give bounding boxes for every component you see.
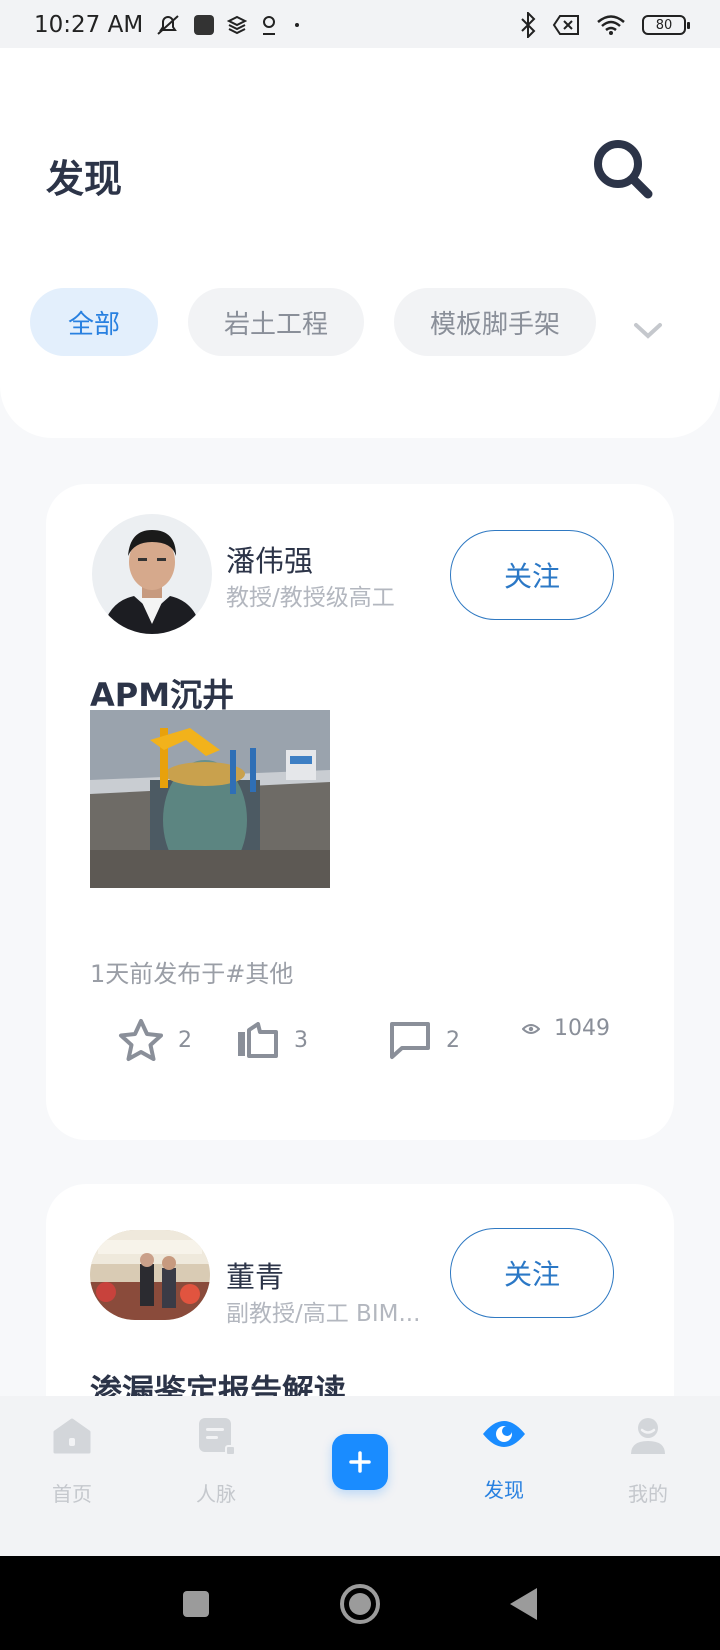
author-title: 副教授/高工 BIM... — [226, 1301, 421, 1327]
status-bar: 10:27 AM 80 — [0, 0, 720, 50]
avatar[interactable] — [90, 1230, 210, 1320]
bluetooth-icon — [520, 12, 536, 38]
circle-icon — [340, 1584, 380, 1624]
recents-button[interactable] — [168, 1576, 224, 1632]
nav-label: 人脉 — [196, 1482, 236, 1506]
category-tabs: 全部 岩土工程 模板脚手架 — [30, 288, 597, 356]
nav-label: 发现 — [484, 1478, 524, 1502]
triangle-back-icon — [510, 1588, 537, 1620]
battery-icon: 80 — [642, 15, 690, 35]
eye-icon — [522, 1023, 540, 1034]
post-image[interactable] — [90, 710, 330, 888]
like-count: 3 — [294, 1027, 308, 1053]
profile-icon — [631, 1418, 665, 1454]
mute-icon — [155, 13, 181, 37]
chevron-down-icon — [634, 323, 662, 339]
nav-label: 我的 — [628, 1482, 668, 1506]
tab-all[interactable]: 全部 — [30, 288, 158, 356]
favorite-stat[interactable]: 2 — [118, 1018, 192, 1062]
battery-level: 80 — [655, 17, 673, 33]
back-button[interactable] — [496, 1576, 552, 1632]
dot-icon — [291, 19, 303, 31]
nav-profile[interactable]: 我的 — [598, 1416, 698, 1507]
wifi-icon — [596, 14, 626, 36]
comment-stat[interactable]: 2 — [388, 1020, 460, 1060]
nav-contacts[interactable]: 人脉 — [166, 1416, 266, 1507]
comment-icon — [390, 1022, 430, 1059]
search-icon — [594, 140, 653, 199]
search-button[interactable] — [588, 134, 658, 204]
view-stat: 1049 — [522, 1016, 610, 1041]
view-count: 1049 — [554, 1016, 610, 1041]
tab-formwork-scaffolding[interactable]: 模板脚手架 — [394, 288, 597, 356]
comment-count: 2 — [446, 1027, 460, 1053]
page-title: 发现 — [46, 157, 123, 201]
square-icon — [183, 1591, 209, 1617]
stack-icon — [227, 15, 248, 35]
follow-button[interactable]: 关注 — [450, 1228, 614, 1318]
expand-tabs-button[interactable] — [628, 316, 668, 346]
sim-off-icon — [552, 14, 580, 36]
add-post-button[interactable] — [332, 1434, 388, 1490]
discover-header: 发现 全部 岩土工程 模板脚手架 — [0, 48, 720, 438]
post-card[interactable]: 潘伟强 教授/教授级高工 关注 APM沉井 1天前发布于#其他 2 3 2 10… — [46, 484, 674, 1140]
status-time: 10:27 AM — [34, 12, 144, 38]
nav-discover[interactable]: 发现 — [454, 1416, 554, 1503]
post-meta: 1天前发布于#其他 — [90, 960, 294, 988]
thumbs-up-icon — [238, 1022, 278, 1058]
author-name[interactable]: 潘伟强 — [226, 538, 313, 580]
home-icon — [53, 1418, 91, 1454]
post-stats: 2 3 2 1049 — [118, 1014, 618, 1074]
favorite-count: 2 — [178, 1027, 192, 1053]
like-stat[interactable]: 3 — [236, 1022, 308, 1058]
contacts-icon — [199, 1418, 236, 1456]
tab-geotechnical[interactable]: 岩土工程 — [188, 288, 365, 356]
bottom-navigation: 首页 人脉 发现 我的 — [0, 1396, 720, 1556]
home-button[interactable] — [332, 1576, 388, 1632]
star-icon — [119, 1019, 163, 1061]
author-name[interactable]: 董青 — [226, 1254, 284, 1296]
nav-home[interactable]: 首页 — [22, 1416, 122, 1507]
author-title: 教授/教授级高工 — [226, 585, 395, 611]
notification-square-icon — [193, 14, 215, 36]
eye-icon — [483, 1421, 525, 1447]
avatar[interactable] — [92, 514, 212, 634]
location-icon — [259, 14, 279, 36]
follow-button[interactable]: 关注 — [450, 530, 614, 620]
plus-icon — [349, 1451, 371, 1473]
nav-label: 首页 — [52, 1482, 92, 1506]
system-navigation-bar — [0, 1556, 720, 1650]
